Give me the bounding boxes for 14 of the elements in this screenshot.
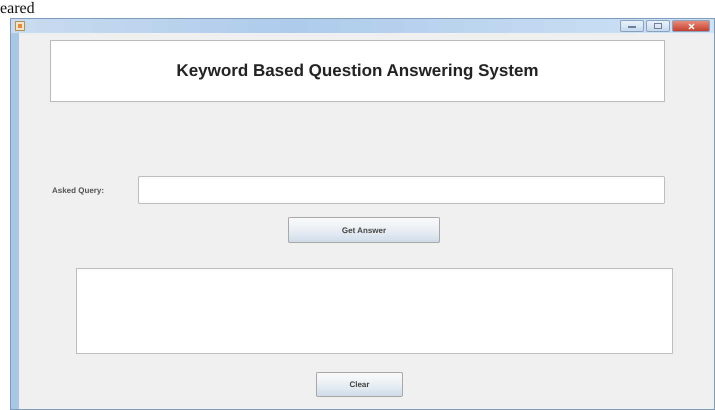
minimize-button[interactable]: [620, 20, 644, 32]
maximize-button[interactable]: [646, 20, 670, 32]
get-answer-button[interactable]: Get Answer: [288, 217, 440, 243]
close-button[interactable]: [672, 20, 710, 32]
query-field[interactable]: [138, 176, 665, 204]
query-label: Asked Query:: [51, 186, 106, 194]
minimize-icon: [628, 24, 636, 28]
maximize-icon: [654, 23, 662, 29]
app-icon: [15, 21, 25, 31]
document-text: eared: [0, 0, 35, 18]
close-icon: [688, 22, 694, 30]
clear-button[interactable]: Clear: [316, 372, 403, 397]
title-banner: Keyword Based Question Answering System: [50, 40, 665, 102]
answer-area[interactable]: [76, 268, 673, 354]
